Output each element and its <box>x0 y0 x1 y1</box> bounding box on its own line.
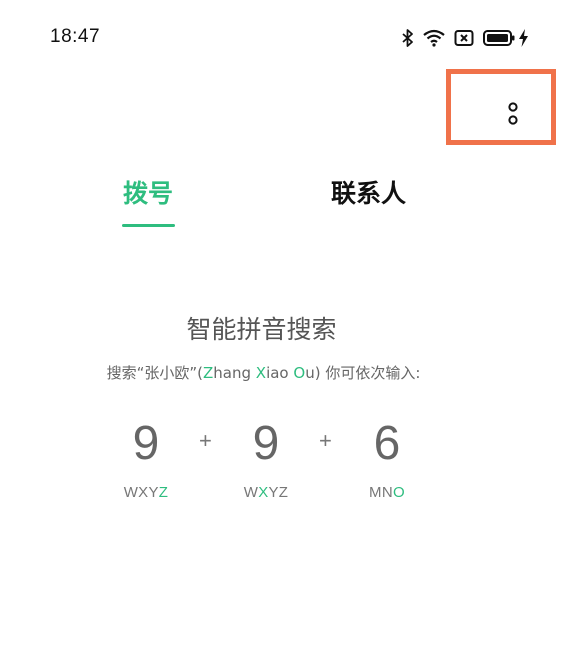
status-icons <box>402 27 529 49</box>
desc-name-rest: hang <box>213 364 256 382</box>
bluetooth-icon <box>402 29 414 47</box>
wifi-icon <box>423 29 445 47</box>
key-letters: MNO <box>347 484 427 501</box>
desc-prefix: 搜索“张小欧”( <box>106 364 203 382</box>
tab-contacts[interactable]: 联系人 <box>331 174 406 210</box>
desc-name-initial: O <box>293 364 306 382</box>
desc-name-initial: X <box>255 364 267 382</box>
vertical-ellipsis-icon <box>507 101 519 131</box>
desc-name-rest: iao <box>266 364 294 382</box>
key-letter-highlight: X <box>258 484 269 501</box>
key-letters: WXYZ <box>226 484 306 501</box>
key-letters-plain: W <box>243 484 259 501</box>
battery-icon <box>483 29 515 47</box>
tab-active-indicator <box>122 224 175 227</box>
desc-name-rest: u <box>305 364 315 382</box>
key-letter-highlight: Z <box>158 484 169 501</box>
key-example: 9 WXYZ <box>226 416 306 501</box>
key-letters-plain: WXY <box>123 484 159 501</box>
key-letters-plain: MN <box>369 484 393 501</box>
key-letter-highlight: O <box>392 484 405 501</box>
more-options-button[interactable] <box>496 96 530 136</box>
key-digit: 9 <box>252 417 280 470</box>
key-letters: WXYZ <box>106 484 186 501</box>
sim-disabled-icon <box>454 29 474 47</box>
tab-dial[interactable]: 拨号 <box>123 174 173 210</box>
status-time: 18:47 <box>50 26 101 47</box>
key-digit: 9 <box>132 417 160 470</box>
smart-search-title: 智能拼音搜索 <box>186 315 337 344</box>
key-example: 9 WXYZ <box>106 416 186 501</box>
key-digit: 6 <box>373 417 401 470</box>
key-letters-plain: YZ <box>268 484 289 501</box>
key-example: 6 MNO <box>347 416 427 501</box>
plus-separator: + <box>319 428 332 453</box>
desc-name-initial: Z <box>203 364 214 382</box>
desc-suffix: ) 你可依次输入: <box>314 364 421 382</box>
plus-separator: + <box>199 428 212 453</box>
status-bar: 18:47 <box>0 0 585 76</box>
charging-icon <box>518 29 529 47</box>
smart-search-description: 搜索“张小欧”(Zhang Xiao Ou) 你可依次输入: <box>0 362 527 383</box>
